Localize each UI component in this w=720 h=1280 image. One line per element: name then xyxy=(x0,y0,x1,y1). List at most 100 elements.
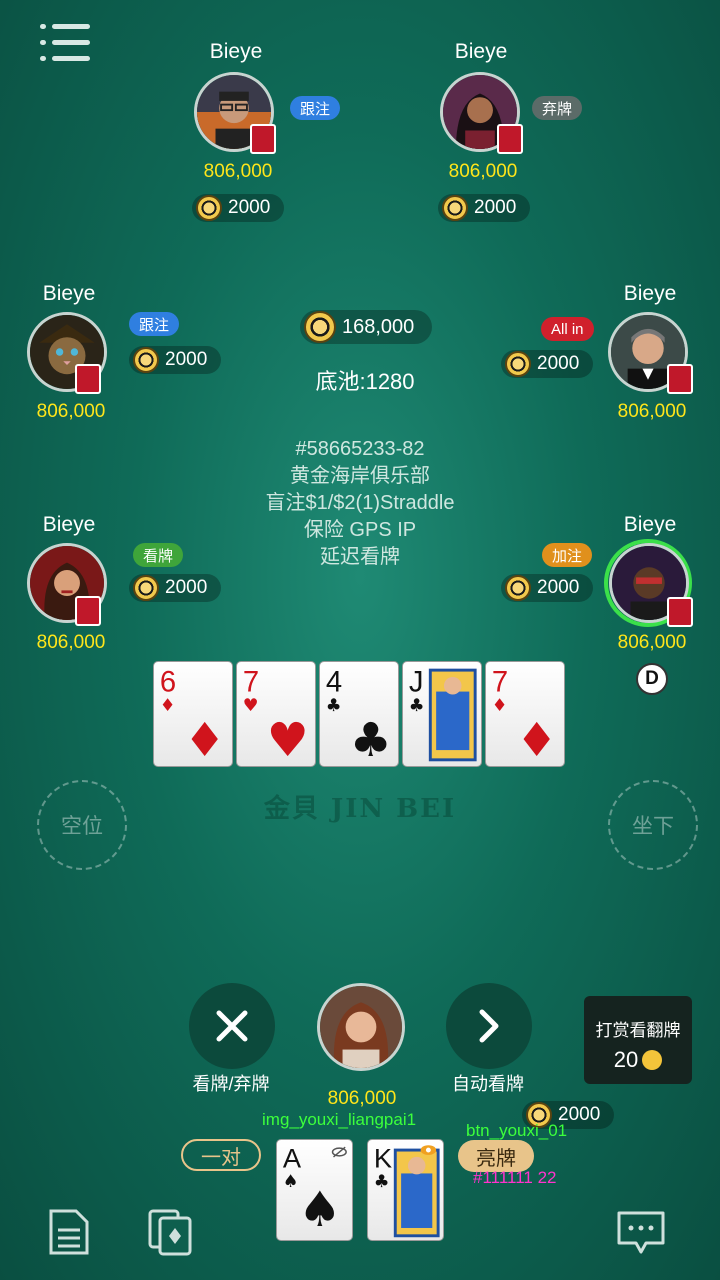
pot-pill: 168,000 xyxy=(300,310,433,344)
bet-pill: 2000 xyxy=(192,194,285,222)
debug-color-label: #111111 22 xyxy=(473,1168,557,1187)
board-card: 4 ♣ ♣ xyxy=(319,661,399,767)
chip-icon xyxy=(505,351,531,377)
bet-amount: 2000 xyxy=(228,197,271,218)
pot-base: 底池:1280 xyxy=(315,369,415,394)
player-stack: 806,000 xyxy=(617,632,687,653)
bet-amount: 2000 xyxy=(165,577,208,598)
card-back-icon xyxy=(667,597,693,627)
card-back-icon xyxy=(75,364,101,394)
debug-image-label: img_youxi_liangpai1 xyxy=(262,1110,417,1129)
player-name: Bieye xyxy=(42,282,96,305)
check-fold-button[interactable] xyxy=(189,983,275,1069)
svg-text:7: 7 xyxy=(243,667,259,699)
svg-text:♥: ♥ xyxy=(243,696,259,716)
chevron-right-icon xyxy=(479,1009,499,1043)
empty-seat[interactable]: 空位 xyxy=(37,780,127,870)
eye-slash-icon xyxy=(331,1146,347,1158)
player-name: Bieye xyxy=(623,282,677,305)
board-card: 7 ♦ ♦ xyxy=(485,661,565,767)
svg-text:♠: ♠ xyxy=(283,1172,299,1192)
player-stack: 806,000 xyxy=(36,401,106,422)
action-tag: 跟注 xyxy=(129,312,180,336)
svg-text:♠: ♠ xyxy=(298,1182,342,1238)
bet-pill: 2000 xyxy=(129,574,222,602)
chip-icon xyxy=(133,575,159,601)
card-back-icon xyxy=(75,596,101,626)
auto-check-label: 自动看牌 xyxy=(452,1074,524,1094)
table-id: #58665233-82 xyxy=(295,438,425,460)
cards-icon[interactable] xyxy=(147,1208,193,1261)
bet-pill: 2000 xyxy=(501,350,594,378)
dealer-button: D xyxy=(636,663,668,695)
board-card: 6 ♦ ♦ xyxy=(153,661,233,767)
svg-text:♦: ♦ xyxy=(516,714,558,766)
svg-text:♦: ♦ xyxy=(492,696,508,716)
action-tag: 弃牌 xyxy=(532,96,583,120)
bet-amount: 2000 xyxy=(474,197,517,218)
bet-amount: 2000 xyxy=(537,353,580,374)
svg-text:7: 7 xyxy=(492,667,508,699)
card-back-icon xyxy=(667,364,693,394)
chip-icon xyxy=(304,311,336,343)
player-stack: 806,000 xyxy=(36,632,106,653)
board-card: J ♣ xyxy=(402,661,482,767)
hero-avatar[interactable] xyxy=(317,983,405,1071)
table-info: #58665233-82 黄金海岸俱乐部 盲注$1/$2(1)Straddle … xyxy=(0,436,720,571)
svg-text:4: 4 xyxy=(326,667,342,699)
chat-icon[interactable] xyxy=(616,1210,666,1261)
player-name: Bieye xyxy=(454,40,508,63)
chip-icon xyxy=(133,347,159,373)
hole-card[interactable]: A ♠ ♠ xyxy=(276,1139,353,1241)
coin-icon xyxy=(642,1050,663,1070)
player-name: Bieye xyxy=(42,513,96,536)
check-fold-label: 看牌/弃牌 xyxy=(192,1074,270,1094)
player-stack: 806,000 xyxy=(203,161,273,182)
svg-text:♥: ♥ xyxy=(267,714,309,766)
player-stack: 806,000 xyxy=(448,161,518,182)
svg-text:J: J xyxy=(409,667,424,699)
svg-text:♣: ♣ xyxy=(350,714,392,766)
board-cards: 6 ♦ ♦ 7 ♥ ♥ 4 ♣ ♣ J ♣ 7 ♦ ♦ xyxy=(153,661,565,767)
hero-stack: 806,000 xyxy=(327,1088,397,1109)
action-tag: All in xyxy=(541,317,594,341)
tip-amount: 20 xyxy=(613,1047,639,1072)
hole-card[interactable]: K ♣ xyxy=(367,1139,444,1241)
close-icon xyxy=(216,1010,248,1042)
menu-icon[interactable] xyxy=(40,24,90,64)
svg-text:A: A xyxy=(283,1143,302,1174)
tip-title: 打赏看翻牌 xyxy=(595,1021,681,1040)
eye-icon xyxy=(420,1145,437,1155)
pot-amount: 168,000 xyxy=(342,315,415,338)
board-card: 7 ♥ ♥ xyxy=(236,661,316,767)
club-name: 黄金海岸俱乐部 xyxy=(290,465,430,487)
bet-pill: 2000 xyxy=(438,194,531,222)
auto-check-button[interactable] xyxy=(446,983,532,1069)
action-tag: 看牌 xyxy=(133,543,184,567)
bet-pill: 2000 xyxy=(501,574,594,602)
action-tag: 加注 xyxy=(542,543,593,567)
svg-text:♦: ♦ xyxy=(160,696,176,716)
action-tag: 跟注 xyxy=(290,96,341,120)
chip-icon xyxy=(442,195,468,221)
sit-down-seat[interactable]: 坐下 xyxy=(608,780,698,870)
hand-history-icon[interactable] xyxy=(48,1208,90,1261)
bet-pill: 2000 xyxy=(129,346,222,374)
chip-icon xyxy=(505,575,531,601)
svg-text:♣: ♣ xyxy=(409,696,425,716)
bet-amount: 2000 xyxy=(537,577,580,598)
tip-to-see-flop[interactable]: 打赏看翻牌 20 xyxy=(584,996,692,1084)
svg-text:K: K xyxy=(374,1143,392,1174)
svg-text:♦: ♦ xyxy=(184,714,226,766)
player-name: Bieye xyxy=(209,40,263,63)
card-back-icon xyxy=(250,124,276,154)
svg-text:♣: ♣ xyxy=(374,1172,390,1192)
chip-icon xyxy=(196,195,222,221)
card-back-icon xyxy=(497,124,523,154)
hand-rank: 一对 xyxy=(181,1139,261,1171)
bet-amount: 2000 xyxy=(165,349,208,370)
debug-button-label: btn_youxi_01 xyxy=(466,1121,568,1140)
player-stack: 806,000 xyxy=(617,401,687,422)
svg-text:6: 6 xyxy=(160,667,176,699)
player-name: Bieye xyxy=(623,513,677,536)
